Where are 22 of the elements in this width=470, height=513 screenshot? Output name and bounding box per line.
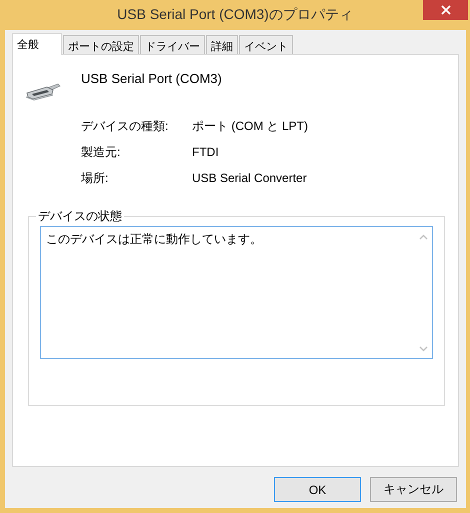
property-value: FTDI <box>192 144 219 160</box>
group-title: デバイスの状態 <box>37 208 123 225</box>
status-text: このデバイスは正常に動作しています。 <box>45 231 263 248</box>
property-label: デバイスの種類: <box>81 118 168 134</box>
tab[interactable]: イベント <box>239 35 293 54</box>
property-value: ポート (COM と LPT) <box>192 118 308 134</box>
tab[interactable]: ポートの設定 <box>63 35 139 54</box>
close-icon <box>440 5 450 15</box>
tab[interactable]: 全般 <box>12 33 62 55</box>
scroll-up-icon[interactable] <box>419 234 428 240</box>
tab[interactable]: 詳細 <box>206 35 238 54</box>
property-label: 製造元: <box>81 144 120 160</box>
window-title: USB Serial Port (COM3)のプロパティ <box>117 6 353 24</box>
property-value: USB Serial Converter <box>192 170 307 186</box>
cancel-button[interactable]: キャンセル <box>370 477 457 502</box>
device-name: USB Serial Port (COM3) <box>81 71 222 86</box>
scroll-down-icon[interactable] <box>419 346 428 352</box>
tab[interactable]: ドライバー <box>140 35 205 54</box>
close-button[interactable] <box>423 0 468 20</box>
serial-connector-icon <box>25 81 61 101</box>
ok-button[interactable]: OK <box>274 477 361 502</box>
property-label: 場所: <box>81 170 108 186</box>
